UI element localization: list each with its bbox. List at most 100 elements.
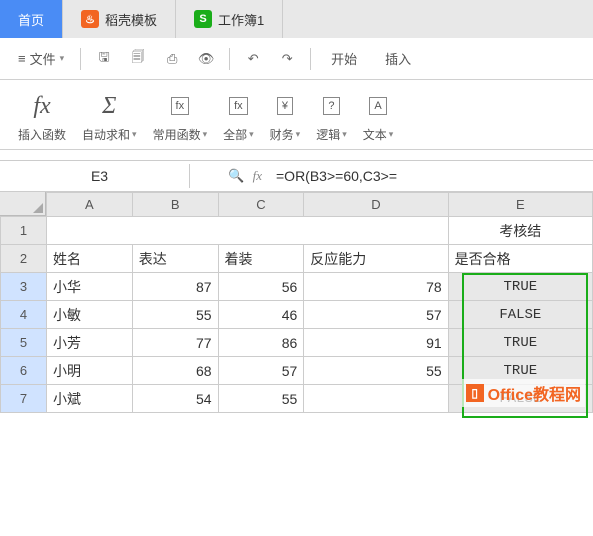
office-icon: ▯ (466, 384, 484, 402)
row-header[interactable]: 6 (1, 357, 47, 385)
cell[interactable]: 姓名 (47, 245, 133, 273)
formula-input[interactable]: =OR(B3>=60,C3>= (270, 164, 593, 188)
cell[interactable]: 87 (132, 273, 218, 301)
redo-button[interactable]: ↷ (272, 44, 302, 74)
cell[interactable]: 反应能力 (304, 245, 448, 273)
tab-workbook1[interactable]: S 工作簿1 (176, 0, 283, 38)
fx-box-icon: fx (229, 97, 248, 115)
row-header[interactable]: 2 (1, 245, 47, 273)
col-header-B[interactable]: B (132, 193, 218, 217)
name-box[interactable]: E3 (10, 164, 190, 188)
cell[interactable]: 着装 (218, 245, 304, 273)
sigma-icon: Σ (102, 93, 116, 120)
watermark: ▯ Office教程网 (462, 379, 585, 407)
chevron-down-icon: ▾ (203, 129, 208, 140)
print-button[interactable]: ⎙ (157, 44, 187, 74)
undo-icon: ↶ (248, 51, 259, 67)
quick-toolbar: ≡ 文件 ▾ 🖫 🗐 ⎙ 👁 ↶ ↷ 开始 插入 (0, 38, 593, 80)
row-header[interactable]: 1 (1, 217, 47, 245)
tab-label: 工作簿1 (218, 10, 264, 29)
save-as-button[interactable]: 🗐 (123, 44, 153, 74)
cell[interactable]: 57 (304, 301, 448, 329)
cell[interactable]: 小明 (47, 357, 133, 385)
ribbon-logic[interactable]: ? 逻辑▾ (308, 88, 355, 143)
row-header[interactable]: 3 (1, 273, 47, 301)
cell[interactable]: 54 (132, 385, 218, 413)
spreadsheet-icon: S (194, 10, 212, 28)
table-row: 4 小敏 55 46 57 FALSE (1, 301, 593, 329)
row-header[interactable]: 5 (1, 329, 47, 357)
file-label: 文件 (30, 49, 56, 68)
file-menu[interactable]: ≡ 文件 ▾ (10, 45, 72, 72)
yen-icon: ¥ (277, 97, 293, 115)
cell[interactable]: 46 (218, 301, 304, 329)
fx-icon: fx (33, 93, 50, 120)
cell[interactable]: 55 (218, 385, 304, 413)
chevron-down-icon: ▾ (132, 129, 137, 140)
ribbon-auto-sum[interactable]: Σ 自动求和▾ (74, 88, 145, 143)
tab-label: 首页 (18, 10, 44, 29)
ribbon-text[interactable]: A 文本▾ (355, 88, 402, 143)
cell[interactable]: 57 (218, 357, 304, 385)
ribbon-common-fn[interactable]: fx 常用函数▾ (145, 88, 216, 143)
cell[interactable]: 是否合格 (448, 245, 592, 273)
text-icon: A (369, 97, 386, 115)
cell[interactable]: 小芳 (47, 329, 133, 357)
chevron-down-icon: ▾ (60, 53, 65, 64)
cell[interactable]: 55 (132, 301, 218, 329)
preview-icon: 👁 (198, 51, 215, 67)
question-icon: ? (323, 97, 339, 115)
fx-star-icon: fx (171, 97, 190, 115)
menu-start[interactable]: 开始 (319, 45, 369, 72)
ribbon-all[interactable]: fx 全部▾ (215, 88, 262, 143)
hamburger-icon: ≡ (18, 51, 26, 66)
redo-icon: ↷ (282, 51, 293, 67)
cell[interactable] (304, 385, 448, 413)
print-icon: ⎙ (167, 51, 177, 67)
col-header-A[interactable]: A (47, 193, 133, 217)
col-header-D[interactable]: D (304, 193, 448, 217)
select-all-corner[interactable] (0, 192, 46, 216)
save-as-icon: 🗐 (132, 48, 145, 70)
table-row: 5 小芳 77 86 91 TRUE (1, 329, 593, 357)
table-row: 2 姓名 表达 着装 反应能力 是否合格 (1, 245, 593, 273)
print-preview-button[interactable]: 👁 (191, 44, 221, 74)
cell[interactable]: 77 (132, 329, 218, 357)
tab-home[interactable]: 首页 (0, 0, 63, 38)
cell[interactable]: 91 (304, 329, 448, 357)
fx-button[interactable]: fx (253, 168, 262, 184)
formula-bar: E3 🔍 fx =OR(B3>=60,C3>= (0, 160, 593, 192)
chevron-down-icon: ▾ (389, 129, 394, 140)
cell[interactable]: 小华 (47, 273, 133, 301)
cell[interactable]: 表达 (132, 245, 218, 273)
cell[interactable]: 小敏 (47, 301, 133, 329)
cell[interactable]: TRUE (448, 273, 592, 301)
cell[interactable]: 56 (218, 273, 304, 301)
col-header-C[interactable]: C (218, 193, 304, 217)
cell[interactable]: TRUE (448, 329, 592, 357)
chevron-down-icon: ▾ (249, 129, 254, 140)
col-header-E[interactable]: E (448, 193, 592, 217)
cell[interactable]: 68 (132, 357, 218, 385)
ribbon-finance[interactable]: ¥ 财务▾ (262, 88, 309, 143)
menu-insert[interactable]: 插入 (373, 45, 423, 72)
chevron-down-icon: ▾ (296, 129, 301, 140)
cell[interactable]: 55 (304, 357, 448, 385)
save-icon: 🖫 (99, 48, 110, 70)
workbook-tabs: 首页 ♨ 稻壳模板 S 工作簿1 (0, 0, 593, 38)
cell[interactable]: FALSE (448, 301, 592, 329)
cell[interactable]: 78 (304, 273, 448, 301)
ribbon-insert-function[interactable]: fx 插入函数 (10, 88, 74, 143)
cell[interactable]: 考核结 (448, 217, 592, 245)
cell[interactable] (47, 217, 449, 245)
spreadsheet: A B C D E 1 考核结 2 姓名 表达 着装 反应能力 是否合格 3 小… (0, 192, 593, 413)
cell[interactable]: 小斌 (47, 385, 133, 413)
tab-templates[interactable]: ♨ 稻壳模板 (63, 0, 176, 38)
save-button[interactable]: 🖫 (89, 44, 119, 74)
search-icon[interactable]: 🔍 (228, 168, 244, 184)
tab-label: 稻壳模板 (105, 10, 157, 29)
undo-button[interactable]: ↶ (238, 44, 268, 74)
cell[interactable]: 86 (218, 329, 304, 357)
row-header[interactable]: 4 (1, 301, 47, 329)
row-header[interactable]: 7 (1, 385, 47, 413)
